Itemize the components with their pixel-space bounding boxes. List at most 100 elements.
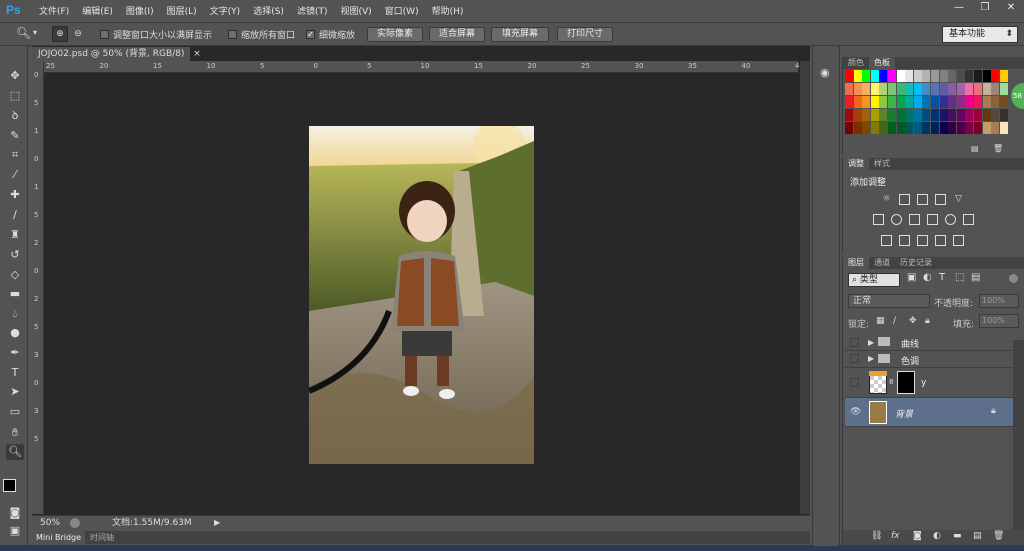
color-swatch[interactable] — [853, 122, 862, 134]
status-info-icon[interactable] — [70, 518, 80, 528]
opacity-input[interactable]: 100% — [979, 294, 1019, 308]
blur-tool-icon[interactable]: 💧︎ — [6, 306, 24, 322]
fill-screen-button[interactable]: 填充屏幕 — [491, 27, 549, 42]
foreground-color-swatch[interactable] — [3, 479, 16, 492]
zoom-in-icon[interactable]: ⊕ — [52, 26, 68, 42]
zoom-out-icon[interactable]: ⊖ — [71, 26, 85, 42]
invert-icon[interactable] — [881, 235, 892, 246]
eyedropper-tool-icon[interactable]: ⁄ — [6, 167, 24, 183]
restore-button[interactable]: ❐ — [972, 0, 998, 16]
color-swatch[interactable] — [888, 70, 896, 82]
menu-file[interactable]: 文件(F) — [39, 4, 69, 17]
adjustment-filter-icon[interactable]: ◐ — [923, 272, 932, 283]
color-swatch[interactable] — [870, 83, 879, 95]
fx-icon[interactable]: fx — [891, 531, 900, 541]
visibility-toggle[interactable] — [850, 338, 859, 347]
check-icon[interactable]: ✓ — [306, 30, 315, 39]
color-lookup-icon[interactable] — [963, 214, 974, 225]
color-swatch[interactable] — [913, 83, 922, 95]
color-swatch[interactable] — [896, 83, 905, 95]
tab-color[interactable]: 颜色 — [843, 57, 869, 69]
checkbox-box[interactable] — [100, 30, 109, 39]
color-swatch[interactable] — [870, 109, 879, 121]
curves-icon[interactable] — [917, 194, 928, 205]
color-swatch[interactable] — [905, 70, 914, 82]
color-swatch[interactable] — [845, 109, 853, 121]
color-swatch[interactable] — [974, 83, 982, 95]
zoom-tool-icon[interactable]: 🔍︎ — [16, 26, 31, 40]
color-swatch[interactable] — [999, 96, 1008, 108]
new-group-icon[interactable]: ▬ — [953, 531, 962, 541]
chevron-down-icon[interactable]: ▾ — [33, 28, 37, 37]
posterize-icon[interactable] — [899, 235, 910, 246]
zoom-level[interactable]: 50% — [40, 516, 60, 530]
vibrance-icon[interactable]: ▽ — [953, 194, 964, 205]
exposure-icon[interactable] — [935, 194, 946, 205]
gradient-map-icon[interactable] — [935, 235, 946, 246]
color-swatch[interactable] — [879, 70, 888, 82]
color-swatch[interactable] — [956, 122, 965, 134]
document-photo[interactable] — [309, 126, 534, 464]
filter-toggle-icon[interactable] — [1009, 274, 1018, 283]
eye-icon[interactable]: 👁︎ — [850, 407, 861, 417]
lock-transparent-icon[interactable]: ▦ — [876, 316, 885, 326]
color-swatch[interactable] — [870, 70, 879, 82]
color-swatch[interactable] — [931, 122, 939, 134]
checkbox-box[interactable] — [228, 30, 237, 39]
trash-icon[interactable]: 🗑︎ — [993, 144, 1003, 153]
link-icon[interactable]: 8 — [889, 378, 893, 386]
color-swatch[interactable] — [931, 96, 939, 108]
new-adjustment-icon[interactable]: ◐ — [933, 531, 941, 541]
history-brush-icon[interactable]: ↺ — [6, 247, 24, 263]
healing-brush-icon[interactable]: ✚ — [6, 187, 24, 203]
color-swatch[interactable] — [922, 83, 931, 95]
menu-help[interactable]: 帮助(H) — [432, 4, 464, 17]
color-swatch[interactable] — [939, 83, 948, 95]
minimize-button[interactable]: — — [946, 0, 972, 16]
layer-row-background[interactable]: 👁︎ 背景 🔒︎ — [845, 398, 1013, 427]
color-swatch[interactable] — [922, 122, 931, 134]
lasso-tool-icon[interactable]: ꝺ — [6, 108, 24, 124]
color-swatch[interactable] — [965, 83, 974, 95]
levels-icon[interactable] — [899, 194, 910, 205]
color-swatch[interactable] — [896, 70, 905, 82]
color-swatch[interactable] — [999, 70, 1008, 82]
type-filter-icon[interactable]: T — [939, 272, 945, 283]
type-tool-icon[interactable]: T — [6, 365, 24, 381]
lock-pixels-icon[interactable]: ∕ — [893, 316, 896, 326]
color-swatch[interactable] — [905, 109, 914, 121]
color-swatch[interactable] — [948, 83, 957, 95]
quick-mask-icon[interactable]: ◙ — [6, 505, 24, 521]
color-swatch[interactable] — [862, 109, 871, 121]
new-layer-icon[interactable]: ▤ — [973, 531, 982, 541]
close-icon[interactable]: × — [193, 49, 201, 59]
tab-mini-bridge[interactable]: Mini Bridge — [32, 531, 86, 544]
color-swatch[interactable] — [982, 122, 991, 134]
layer-row-curves[interactable]: ▶ 曲线 — [845, 335, 1013, 351]
color-swatch[interactable] — [853, 96, 862, 108]
menu-window[interactable]: 窗口(W) — [385, 4, 419, 17]
marquee-tool-icon[interactable]: ⬚ — [6, 88, 24, 104]
color-swatch[interactable] — [974, 96, 982, 108]
color-swatch[interactable] — [948, 70, 957, 82]
color-swatch[interactable] — [845, 83, 853, 95]
rectangle-tool-icon[interactable]: ▭ — [6, 404, 24, 420]
tab-layers[interactable]: 图层 — [843, 257, 869, 269]
color-swatch[interactable] — [922, 96, 931, 108]
color-balance-icon[interactable] — [891, 214, 902, 225]
color-swatch[interactable] — [982, 70, 991, 82]
layer-kind-filter[interactable]: ⌕ 类型 — [848, 273, 900, 287]
color-swatch[interactable] — [999, 109, 1008, 121]
swatch-grid[interactable] — [845, 70, 1009, 140]
color-swatch[interactable] — [870, 96, 879, 108]
workspace-select[interactable]: 基本功能 ⬍ — [942, 26, 1018, 43]
color-swatch[interactable] — [896, 96, 905, 108]
color-swatch[interactable] — [965, 109, 974, 121]
color-swatch[interactable] — [896, 122, 905, 134]
color-swatch[interactable] — [974, 122, 982, 134]
color-swatch[interactable] — [922, 109, 931, 121]
eraser-tool-icon[interactable]: ◇ — [6, 267, 24, 283]
color-swatch[interactable] — [956, 83, 965, 95]
photo-filter-icon[interactable] — [927, 214, 938, 225]
menu-edit[interactable]: 编辑(E) — [82, 4, 113, 17]
